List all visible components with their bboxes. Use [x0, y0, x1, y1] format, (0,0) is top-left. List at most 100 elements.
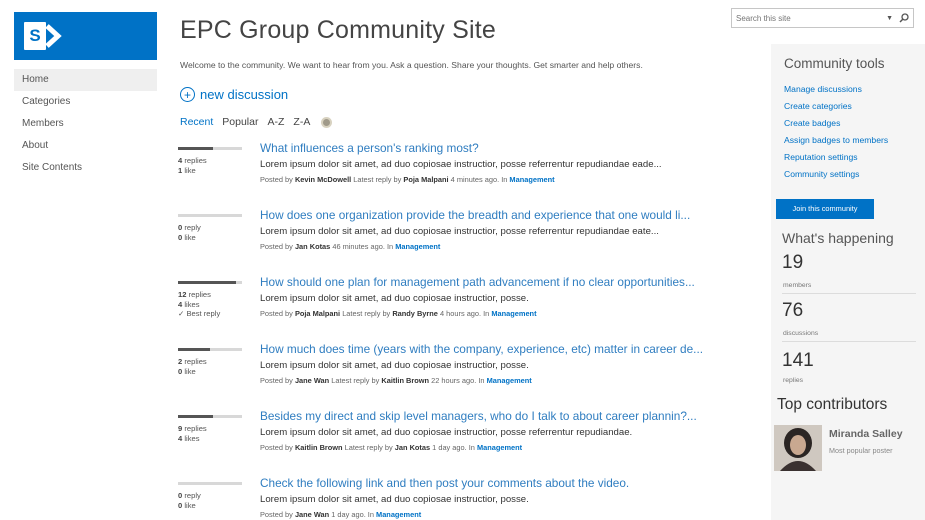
discussion-row: 0 reply 0 like How does one organization… [178, 208, 748, 275]
sharepoint-logo-icon [46, 24, 62, 48]
new-discussion-button[interactable]: + new discussion [180, 87, 288, 102]
discussions-count: 76 [782, 300, 804, 321]
tool-link-reputation-settings[interactable]: Reputation settings [784, 149, 888, 166]
discussion-row: 9 replies 4 likes Besides my direct and … [178, 409, 748, 476]
whats-happening-heading: What's happening [782, 230, 894, 246]
nav-item-home[interactable]: Home [14, 69, 157, 91]
welcome-text: Welcome to the community. We want to hea… [180, 60, 643, 70]
best-reply-badge: ✓ Best reply [178, 309, 221, 318]
discussion-stats: 4 replies 1 like [178, 156, 207, 175]
discussion-row: 12 replies 4 likes ✓ Best reply How shou… [178, 275, 748, 342]
plus-circle-icon: + [180, 87, 195, 102]
nav-item-categories[interactable]: Categories [14, 91, 157, 113]
members-label: members [783, 282, 812, 289]
discussion-excerpt: Lorem ipsum dolor sit amet, ad duo copio… [260, 360, 529, 371]
discussion-meta: Posted by Jane Wan 1 day ago. In Managem… [260, 510, 422, 519]
discussion-stats: 0 reply 0 like [178, 491, 201, 510]
contributor-avatar[interactable] [774, 425, 822, 471]
join-community-button[interactable]: Join this community [776, 199, 874, 219]
discussion-title-link[interactable]: How should one plan for management path … [260, 275, 748, 289]
page-title: EPC Group Community Site [180, 16, 497, 44]
discussion-excerpt: Lorem ipsum dolor sit amet, ad duo copio… [260, 159, 662, 170]
tool-link-assign-badges[interactable]: Assign badges to members [784, 132, 888, 149]
contributor-name-link[interactable]: Miranda Salley [829, 428, 903, 440]
discussion-stats: 9 replies 4 likes [178, 424, 207, 443]
discussion-stats: 12 replies 4 likes ✓ Best reply [178, 290, 221, 318]
discussion-title-link[interactable]: How much does time (years with the compa… [260, 342, 748, 356]
author-link[interactable]: Jane Wan [295, 376, 329, 385]
discussion-row: 0 reply 0 like Check the following link … [178, 476, 748, 520]
discussion-title-link[interactable]: How does one organization provide the br… [260, 208, 748, 222]
search-box: ▼ [731, 8, 914, 28]
category-link[interactable]: Management [491, 309, 536, 318]
sharepoint-logo[interactable]: S [14, 12, 157, 60]
activity-meter [178, 348, 242, 351]
discussion-excerpt: Lorem ipsum dolor sit amet, ad duo copio… [260, 494, 529, 505]
discussion-meta: Posted by Kaitlin Brown Latest reply by … [260, 443, 523, 452]
author-link[interactable]: Jan Kotas [295, 242, 330, 251]
category-link[interactable]: Management [487, 376, 532, 385]
category-link[interactable]: Management [509, 175, 554, 184]
activity-meter [178, 482, 242, 485]
tool-link-community-settings[interactable]: Community settings [784, 166, 888, 183]
category-link[interactable]: Management [477, 443, 522, 452]
activity-meter [178, 281, 242, 284]
sort-z-a[interactable]: Z-A [293, 116, 310, 128]
replies-count: 141 [782, 350, 814, 371]
discussion-stats: 0 reply 0 like [178, 223, 201, 242]
loading-dot-icon [321, 116, 333, 128]
community-tools-heading: Community tools [784, 56, 885, 71]
last-reply-author-link[interactable]: Poja Malpani [403, 175, 448, 184]
top-contributors-heading: Top contributors [777, 396, 888, 413]
replies-label: replies [783, 377, 804, 384]
discussion-title-link[interactable]: Check the following link and then post y… [260, 476, 748, 490]
activity-meter [178, 147, 242, 150]
discussion-row: 4 replies 1 like What influences a perso… [178, 141, 748, 208]
stat-divider [782, 341, 916, 342]
activity-meter-fill [178, 281, 236, 284]
activity-meter-fill [178, 415, 214, 418]
activity-meter-fill [178, 147, 214, 150]
search-input[interactable] [732, 13, 887, 23]
category-link[interactable]: Management [395, 242, 440, 251]
sort-recent[interactable]: Recent [180, 116, 213, 128]
activity-meter [178, 415, 242, 418]
discussions-label: discussions [783, 330, 819, 337]
tool-link-create-badges[interactable]: Create badges [784, 115, 888, 132]
last-reply-author-link[interactable]: Kaitlin Brown [381, 376, 429, 385]
category-link[interactable]: Management [376, 510, 421, 519]
discussion-list: 4 replies 1 like What influences a perso… [178, 141, 748, 520]
tool-link-manage-discussions[interactable]: Manage discussions [784, 81, 888, 98]
left-navigation: Home Categories Members About Site Conte… [14, 69, 157, 179]
author-link[interactable]: Kevin McDowell [295, 175, 351, 184]
discussion-excerpt: Lorem ipsum dolor sit amet, ad duo copio… [260, 293, 529, 304]
sort-bar: Recent Popular A-Z Z-A [180, 116, 333, 128]
members-count: 19 [782, 252, 804, 273]
last-reply-author-link[interactable]: Randy Byrne [392, 309, 438, 318]
discussion-meta: Posted by Jan Kotas 46 minutes ago. In M… [260, 242, 441, 251]
nav-item-site-contents[interactable]: Site Contents [14, 157, 157, 179]
search-scope-dropdown-icon[interactable]: ▼ [886, 15, 893, 22]
community-tools-list: Manage discussions Create categories Cre… [784, 81, 888, 183]
sort-popular[interactable]: Popular [222, 116, 258, 128]
search-icon[interactable] [899, 13, 909, 23]
last-reply-author-link[interactable]: Jan Kotas [395, 443, 430, 452]
logo-letter: S [24, 22, 46, 50]
activity-meter [178, 214, 242, 217]
author-link[interactable]: Jane Wan [295, 510, 329, 519]
nav-item-members[interactable]: Members [14, 113, 157, 135]
discussion-excerpt: Lorem ipsum dolor sit amet, ad duo copio… [260, 427, 633, 438]
contributor-role: Most popular poster [829, 446, 893, 455]
discussion-stats: 2 replies 0 like [178, 357, 207, 376]
discussion-row: 2 replies 0 like How much does time (yea… [178, 342, 748, 409]
discussion-meta: Posted by Kevin McDowell Latest reply by… [260, 175, 555, 184]
discussion-meta: Posted by Poja Malpani Latest reply by R… [260, 309, 537, 318]
author-link[interactable]: Kaitlin Brown [295, 443, 343, 452]
discussion-title-link[interactable]: What influences a person's ranking most? [260, 141, 748, 155]
nav-item-about[interactable]: About [14, 135, 157, 157]
tool-link-create-categories[interactable]: Create categories [784, 98, 888, 115]
discussion-title-link[interactable]: Besides my direct and skip level manager… [260, 409, 748, 423]
author-link[interactable]: Poja Malpani [295, 309, 340, 318]
discussion-meta: Posted by Jane Wan Latest reply by Kaitl… [260, 376, 532, 385]
sort-a-z[interactable]: A-Z [267, 116, 284, 128]
